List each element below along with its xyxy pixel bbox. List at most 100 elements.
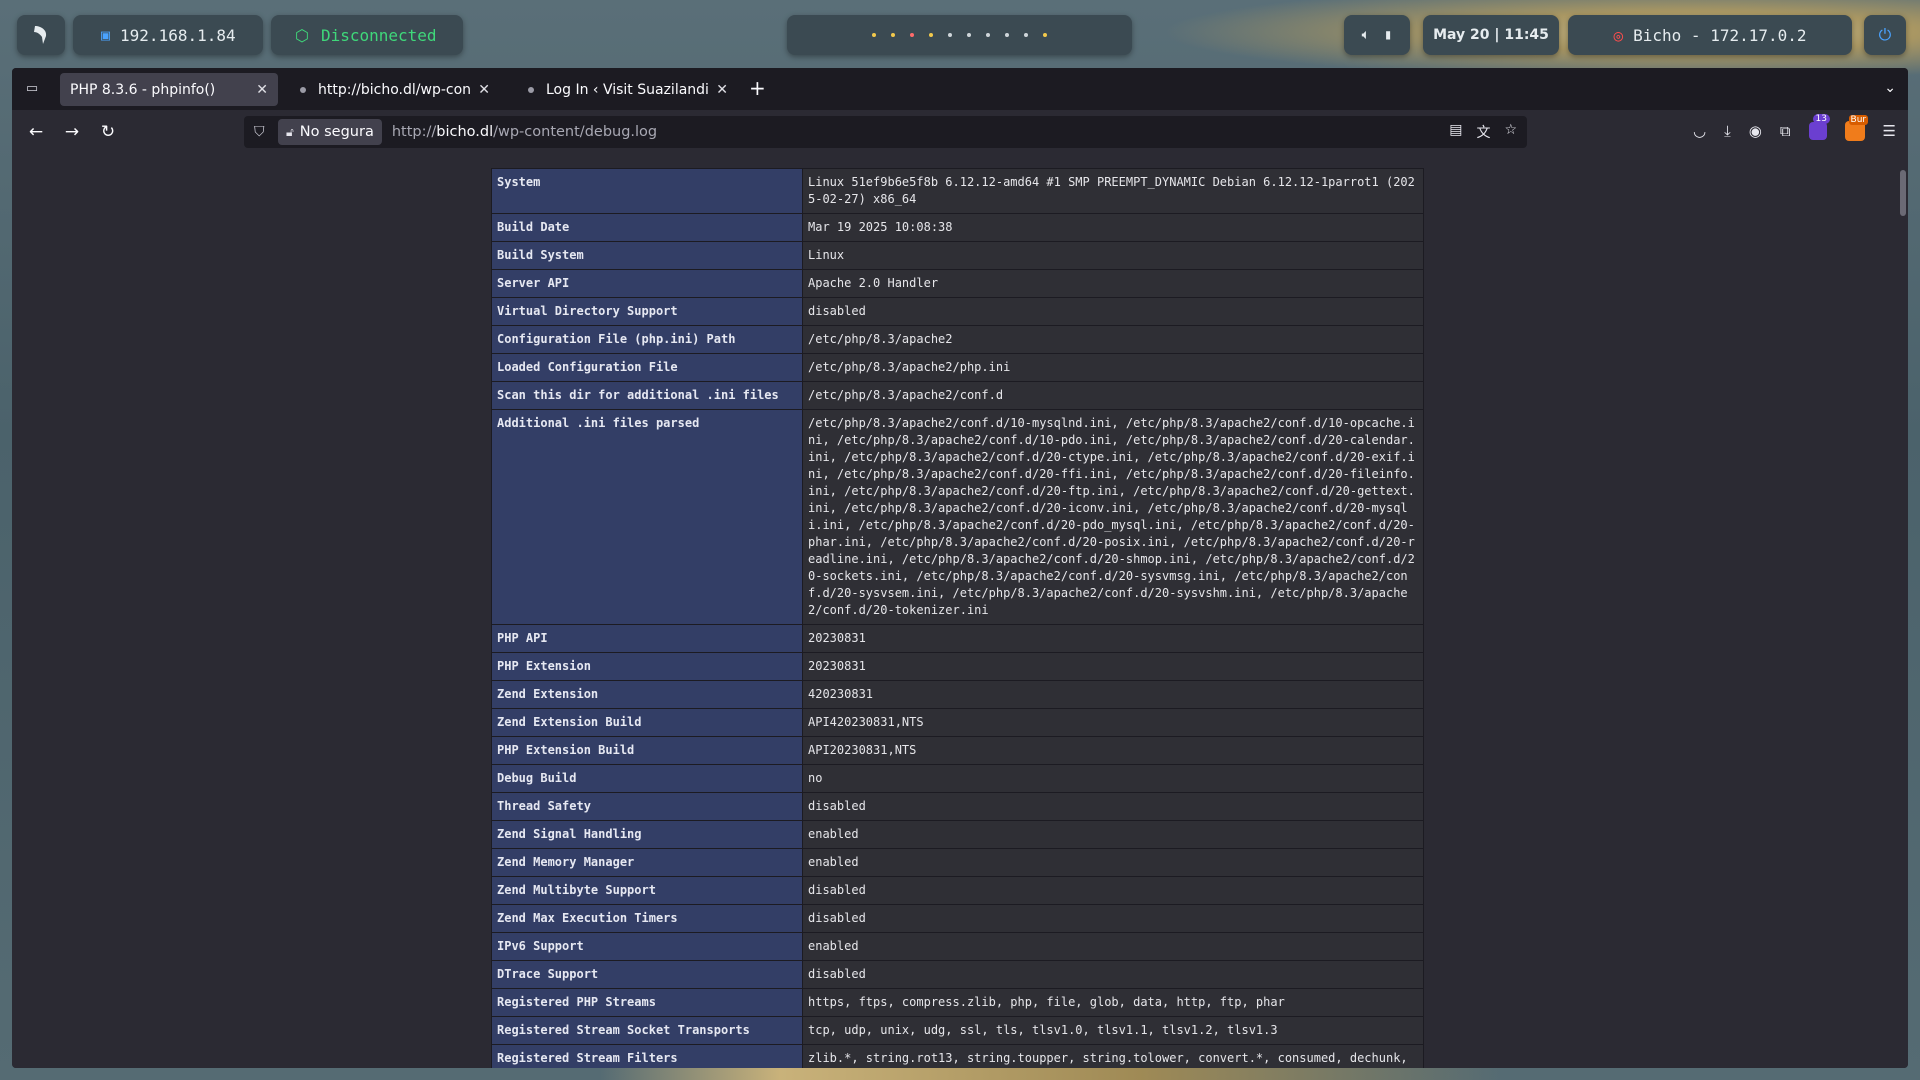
reload-icon: ↻: [100, 122, 116, 142]
table-row: Configuration File (php.ini) Path/etc/ph…: [491, 325, 1424, 354]
close-icon[interactable]: ✕: [478, 82, 490, 98]
row-key: Zend Multibyte Support: [491, 876, 803, 905]
row-value: disabled: [802, 297, 1424, 326]
tab-debug-log[interactable]: http://bicho.dl/wp-conten ✕: [290, 73, 500, 106]
workspace-dot[interactable]: [948, 33, 952, 37]
burp-proxy-icon[interactable]: Bur: [1844, 115, 1869, 141]
network-icon: ▣: [101, 26, 111, 44]
table-row: Thread Safety disabled: [491, 792, 1424, 821]
vpn-widget[interactable]: ⬡ Disconnected: [271, 15, 463, 55]
connection-warning[interactable]: 🔓︎ No segura: [278, 119, 382, 145]
workspace-dot[interactable]: [910, 33, 914, 37]
url-path: /wp-content/debug.log: [493, 124, 658, 140]
workspace-dot[interactable]: [1043, 33, 1047, 37]
back-button[interactable]: ←: [25, 121, 47, 143]
ip-widget[interactable]: ▣ 192.168.1.84: [73, 15, 263, 55]
parrot-logo-icon: [34, 26, 47, 44]
tab-label: Log In ‹ Visit Suazilandia: [546, 81, 709, 98]
url-bar[interactable]: ⛉ 🔓︎ No segura http://bicho.dl/wp-conten…: [244, 116, 1527, 148]
reload-button[interactable]: ↻: [97, 121, 119, 143]
workspace-dot[interactable]: [967, 33, 971, 37]
table-row: Build Date Mar 19 2025 10:08:38: [491, 213, 1424, 242]
power-button[interactable]: ⏻: [1864, 15, 1906, 55]
row-key: Build System: [491, 241, 803, 270]
arrow-left-icon: ←: [28, 122, 44, 142]
row-value: 20230831: [802, 624, 1424, 653]
new-tab-button[interactable]: +: [749, 78, 766, 98]
clock[interactable]: May 20 | 11:45: [1423, 15, 1559, 55]
table-row: Registered PHP Streams https, ftps, compr…: [491, 988, 1424, 1017]
browser-window: ▭ PHP 8.3.6 - phpinfo() ✕ http://bicho.d…: [12, 68, 1908, 1068]
translate-icon[interactable]: 文: [1476, 122, 1490, 142]
page-scrollbar[interactable]: [1900, 170, 1906, 216]
close-icon[interactable]: ✕: [256, 82, 268, 98]
tab-login[interactable]: Log In ‹ Visit Suazilandia ✕: [518, 73, 738, 106]
system-tray[interactable]: 🔈︎ ▮: [1344, 15, 1410, 55]
row-key: IPv6 Support: [491, 932, 803, 961]
row-key: Loaded Configuration File: [491, 353, 803, 382]
tab-label: PHP 8.3.6 - phpinfo(): [70, 81, 216, 98]
row-value: API420230831,NTS: [802, 708, 1424, 737]
table-row: PHP API 20230831: [491, 624, 1424, 653]
workspace-dot[interactable]: [1024, 33, 1028, 37]
workspace-dot[interactable]: [1005, 33, 1009, 37]
target-text: Bicho - 172.17.0.2: [1633, 25, 1807, 45]
row-key: Zend Extension: [491, 680, 803, 709]
extension-badge-count: 13: [1812, 114, 1830, 124]
pocket-icon[interactable]: ◡: [1693, 122, 1706, 140]
url-actions: ▤ 文 ☆: [1449, 122, 1517, 142]
row-key: Zend Signal Handling: [491, 820, 803, 849]
table-row: Debug Build no: [491, 764, 1424, 793]
nav-bar: ← → ↻ ⛉ 🔓︎ No segura http://bicho.dl/wp-…: [12, 110, 1908, 154]
forward-button[interactable]: →: [61, 121, 83, 143]
row-value: no: [802, 764, 1424, 793]
parrot-menu-button[interactable]: [17, 15, 65, 55]
connection-warning-text: No segura: [299, 124, 374, 140]
workspace-dot[interactable]: [929, 33, 933, 37]
tab-phpinfo[interactable]: PHP 8.3.6 - phpinfo() ✕: [60, 73, 278, 106]
row-value: enabled: [802, 848, 1424, 877]
battery-icon[interactable]: ▮: [1384, 27, 1392, 43]
table-row: Zend Multibyte Support disabled: [491, 876, 1424, 905]
burp-badge-label: Bur: [1848, 115, 1869, 125]
extensions-icon[interactable]: ⧉: [1780, 122, 1791, 140]
downloads-icon[interactable]: ⤓: [1724, 122, 1731, 140]
row-key: Registered PHP Streams: [491, 988, 803, 1017]
workspace-dot[interactable]: [986, 33, 990, 37]
workspace-switcher[interactable]: [787, 15, 1132, 55]
row-key: PHP Extension Build: [491, 736, 803, 765]
firefox-view-button[interactable]: ▭: [22, 79, 42, 99]
table-row: IPv6 Support enabled: [491, 932, 1424, 961]
row-key: System: [491, 168, 803, 214]
wallpaper-art-bottom: [600, 1066, 1500, 1080]
row-value: Apache 2.0 Handler: [802, 269, 1424, 298]
row-value: Mar 19 2025 10:08:38: [802, 213, 1424, 242]
favicon-icon: [528, 86, 534, 93]
account-icon[interactable]: ◉: [1749, 122, 1762, 140]
bookmark-star-icon[interactable]: ☆: [1504, 122, 1517, 142]
url-text[interactable]: http://bicho.dl/wp-content/debug.log: [392, 124, 657, 140]
row-key: Registered Stream Socket Transports: [491, 1016, 803, 1045]
workspace-dot[interactable]: [872, 33, 876, 37]
row-key: PHP Extension: [491, 652, 803, 681]
close-icon[interactable]: ✕: [716, 82, 728, 98]
page-viewport[interactable]: System Linux 51ef9b6e5f8b 6.12.12-amd64 #…: [12, 154, 1908, 1068]
table-row: Additional .ini files parsed/etc/php/8.3…: [491, 409, 1424, 625]
row-value: disabled: [802, 960, 1424, 989]
reader-view-icon[interactable]: ▤: [1449, 122, 1462, 142]
extension-badge-icon[interactable]: 13: [1808, 114, 1830, 140]
row-value: /etc/php/8.3/apache2/conf.d/10-mysqlnd.i…: [802, 409, 1424, 625]
menu-icon[interactable]: ☰: [1883, 122, 1896, 140]
tracking-shield-icon[interactable]: ⛉: [254, 124, 270, 140]
table-row: Zend Extension Build API420230831,NTS: [491, 708, 1424, 737]
row-value: /etc/php/8.3/apache2/php.ini: [802, 353, 1424, 382]
power-icon: ⏻: [1878, 25, 1892, 44]
row-key: Thread Safety: [491, 792, 803, 821]
volume-icon[interactable]: 🔈︎: [1362, 27, 1370, 43]
workspace-dot[interactable]: [891, 33, 895, 37]
target-widget[interactable]: ◎ Bicho - 172.17.0.2: [1568, 15, 1852, 55]
table-row: Registered Stream Socket Transports tcp, …: [491, 1016, 1424, 1045]
top-panel: ▣ 192.168.1.84 ⬡ Disconnected 🔈︎ ▮ May 2…: [0, 0, 1920, 68]
list-all-tabs-button[interactable]: ⌄: [1884, 80, 1896, 96]
table-row: Zend Extension 420230831: [491, 680, 1424, 709]
